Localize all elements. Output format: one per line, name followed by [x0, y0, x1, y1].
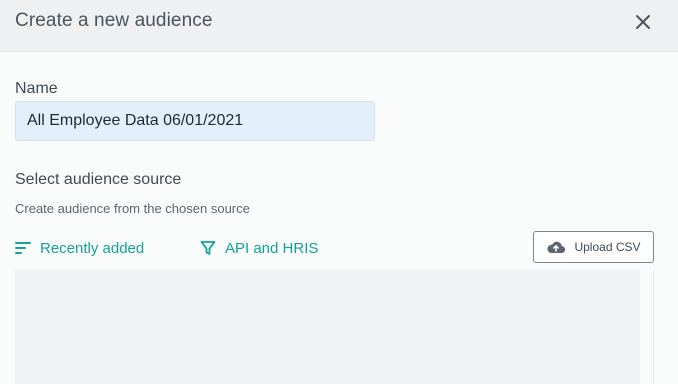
source-label: Select audience source: [15, 171, 182, 188]
close-icon: [636, 15, 650, 29]
filter-api-hris[interactable]: API and HRIS: [200, 238, 318, 258]
filter-funnel-icon: [200, 241, 216, 255]
filter-api-hris-label: API and HRIS: [225, 239, 319, 257]
name-input[interactable]: [15, 101, 375, 141]
upload-csv-button[interactable]: Upload CSV: [533, 231, 654, 263]
name-label: Name: [15, 80, 58, 97]
audience-list-area[interactable]: [15, 270, 640, 384]
scrollbar-track[interactable]: [653, 270, 654, 384]
filter-recently-added-label: Recently added: [40, 239, 145, 257]
source-description: Create audience from the chosen source: [15, 201, 250, 216]
upload-csv-label: Upload CSV: [574, 240, 641, 254]
cloud-upload-icon: [547, 241, 566, 254]
close-button[interactable]: [633, 12, 653, 32]
filter-recently-added[interactable]: Recently added: [15, 238, 144, 258]
sort-lines-icon: [15, 242, 31, 254]
dialog-header: Create a new audience: [0, 0, 678, 52]
dialog-title: Create a new audience: [15, 10, 213, 31]
